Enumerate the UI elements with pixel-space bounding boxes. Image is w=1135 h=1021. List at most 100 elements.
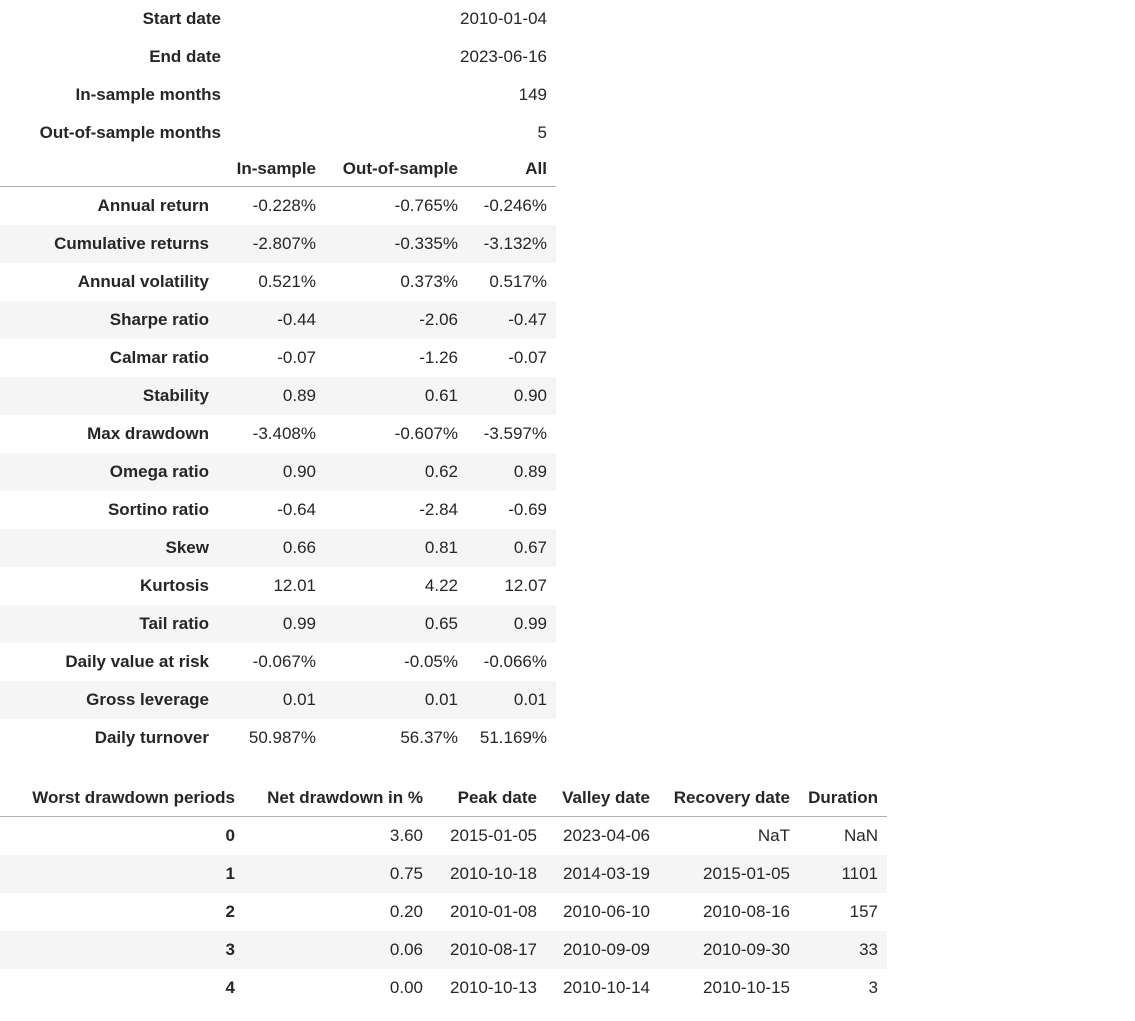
metric-in-sample-cumulative-returns: -2.807% <box>252 234 316 253</box>
drawdown-duration-3: 33 <box>859 940 878 959</box>
drawdown-peak-date-0: 2015-01-05 <box>450 826 537 845</box>
drawdown-peak-date-2: 2010-01-08 <box>450 902 537 921</box>
metric-all-sharpe-ratio: -0.47 <box>508 310 547 329</box>
summary-body: Start date 2010-01-04 End date 2023-06-1… <box>0 0 556 152</box>
drawdown-net-0: 3.60 <box>389 826 423 845</box>
metric-label-annual-volatility: Annual volatility <box>77 272 209 291</box>
drawdown-net-1: 0.75 <box>389 864 423 883</box>
table-row: Calmar ratio -0.07 -1.26 -0.07 <box>0 339 556 377</box>
drawdown-peak-date-1: 2010-10-18 <box>450 864 537 883</box>
metric-all-gross-leverage: 0.01 <box>513 690 547 709</box>
summary-label-out-of-sample-months: Out-of-sample months <box>39 123 221 142</box>
table-row: 3 0.06 2010-08-17 2010-09-09 2010-09-30 … <box>0 931 887 969</box>
metric-in-sample-skew: 0.66 <box>282 538 316 557</box>
metric-all-annual-volatility: 0.517% <box>489 272 547 291</box>
metrics-body: Annual return -0.228% -0.765% -0.246% Cu… <box>0 187 556 758</box>
drawdown-index-1: 1 <box>225 864 235 883</box>
metric-out-of-sample-sortino-ratio: -2.84 <box>419 500 458 519</box>
table-row: Sortino ratio -0.64 -2.84 -0.69 <box>0 491 556 529</box>
tearsheet-report: Start date 2010-01-04 End date 2023-06-1… <box>0 0 1135 1021</box>
metric-label-daily-turnover: Daily turnover <box>94 728 209 747</box>
performance-metrics-table: In-sample Out-of-sample All Annual retur… <box>0 152 556 757</box>
drawdown-header-peak-date: Peak date <box>432 780 546 817</box>
metric-in-sample-daily-turnover: 50.987% <box>248 728 316 747</box>
table-row: Omega ratio 0.90 0.62 0.89 <box>0 453 556 491</box>
drawdown-header-row: Worst drawdown periods Net drawdown in %… <box>0 780 887 817</box>
metric-out-of-sample-calmar-ratio: -1.26 <box>419 348 458 367</box>
drawdown-recovery-date-3: 2010-09-30 <box>703 940 790 959</box>
metric-out-of-sample-omega-ratio: 0.62 <box>424 462 458 481</box>
table-row: Daily turnover 50.987% 56.37% 51.169% <box>0 719 556 757</box>
metric-all-kurtosis: 12.07 <box>504 576 547 595</box>
metric-all-skew: 0.67 <box>513 538 547 557</box>
metric-label-cumulative-returns: Cumulative returns <box>54 234 209 253</box>
metrics-header-in-sample: In-sample <box>221 152 325 187</box>
metric-label-calmar-ratio: Calmar ratio <box>109 348 209 367</box>
metric-in-sample-omega-ratio: 0.90 <box>282 462 316 481</box>
metric-label-sortino-ratio: Sortino ratio <box>107 500 209 519</box>
metric-in-sample-calmar-ratio: -0.07 <box>277 348 316 367</box>
drawdown-valley-date-1: 2014-03-19 <box>563 864 650 883</box>
metric-label-stability: Stability <box>142 386 209 405</box>
drawdown-duration-0: NaN <box>843 826 878 845</box>
metric-in-sample-sortino-ratio: -0.64 <box>277 500 316 519</box>
drawdown-recovery-date-2: 2010-08-16 <box>703 902 790 921</box>
drawdown-duration-1: 1101 <box>841 864 878 883</box>
summary-label-start-date: Start date <box>142 9 221 28</box>
table-row: Stability 0.89 0.61 0.90 <box>0 377 556 415</box>
table-row: Kurtosis 12.01 4.22 12.07 <box>0 567 556 605</box>
summary-label-in-sample-months: In-sample months <box>75 85 221 104</box>
metric-all-tail-ratio: 0.99 <box>513 614 547 633</box>
drawdown-net-4: 0.00 <box>389 978 423 997</box>
drawdown-header: Worst drawdown periods Net drawdown in %… <box>0 780 887 817</box>
metric-out-of-sample-daily-value-at-risk: -0.05% <box>404 652 458 671</box>
metric-out-of-sample-gross-leverage: 0.01 <box>424 690 458 709</box>
metric-all-annual-return: -0.246% <box>483 196 547 215</box>
drawdown-header-duration: Duration <box>799 780 887 817</box>
metric-in-sample-gross-leverage: 0.01 <box>282 690 316 709</box>
drawdown-peak-date-4: 2010-10-13 <box>450 978 537 997</box>
summary-value-end-date: 2023-06-16 <box>460 47 547 66</box>
drawdown-index-0: 0 <box>225 826 235 845</box>
metric-all-calmar-ratio: -0.07 <box>508 348 547 367</box>
table-row: 4 0.00 2010-10-13 2010-10-14 2010-10-15 … <box>0 969 887 1007</box>
drawdown-recovery-date-4: 2010-10-15 <box>703 978 790 997</box>
metric-label-skew: Skew <box>165 538 209 557</box>
table-row: Skew 0.66 0.81 0.67 <box>0 529 556 567</box>
metric-all-max-drawdown: -3.597% <box>483 424 547 443</box>
summary-row-start-date: Start date 2010-01-04 <box>0 0 556 38</box>
metric-out-of-sample-annual-volatility: 0.373% <box>400 272 458 291</box>
metric-in-sample-tail-ratio: 0.99 <box>282 614 316 633</box>
summary-row-end-date: End date 2023-06-16 <box>0 38 556 76</box>
summary-value-out-of-sample-months: 5 <box>537 123 547 142</box>
metric-label-sharpe-ratio: Sharpe ratio <box>109 310 209 329</box>
summary-value-start-date: 2010-01-04 <box>460 9 547 28</box>
drawdown-net-3: 0.06 <box>389 940 423 959</box>
drawdown-valley-date-2: 2010-06-10 <box>563 902 650 921</box>
metric-out-of-sample-max-drawdown: -0.607% <box>394 424 458 443</box>
metric-all-sortino-ratio: -0.69 <box>508 500 547 519</box>
table-row: Sharpe ratio -0.44 -2.06 -0.47 <box>0 301 556 339</box>
metric-out-of-sample-cumulative-returns: -0.335% <box>394 234 458 253</box>
summary-row-out-of-sample-months: Out-of-sample months 5 <box>0 114 556 152</box>
metric-label-omega-ratio: Omega ratio <box>109 462 209 481</box>
drawdown-recovery-date-1: 2015-01-05 <box>703 864 790 883</box>
drawdown-index-2: 2 <box>225 902 235 921</box>
drawdown-header-worst-drawdown-periods: Worst drawdown periods <box>0 780 244 817</box>
table-row: 0 3.60 2015-01-05 2023-04-06 NaT NaN <box>0 817 887 856</box>
drawdown-header-recovery-date: Recovery date <box>659 780 799 817</box>
metrics-header-row: In-sample Out-of-sample All <box>0 152 556 187</box>
table-row: Tail ratio 0.99 0.65 0.99 <box>0 605 556 643</box>
metric-in-sample-sharpe-ratio: -0.44 <box>277 310 316 329</box>
table-row: Max drawdown -3.408% -0.607% -3.597% <box>0 415 556 453</box>
drawdown-recovery-date-0: NaT <box>757 826 790 845</box>
backtest-summary-table: Start date 2010-01-04 End date 2023-06-1… <box>0 0 556 152</box>
table-row: 2 0.20 2010-01-08 2010-06-10 2010-08-16 … <box>0 893 887 931</box>
metric-all-omega-ratio: 0.89 <box>513 462 547 481</box>
drawdown-header-valley-date: Valley date <box>546 780 659 817</box>
metric-label-tail-ratio: Tail ratio <box>139 614 209 633</box>
metric-in-sample-stability: 0.89 <box>282 386 316 405</box>
drawdown-valley-date-3: 2010-09-09 <box>563 940 650 959</box>
table-row: Annual return -0.228% -0.765% -0.246% <box>0 187 556 226</box>
metric-in-sample-annual-return: -0.228% <box>252 196 316 215</box>
